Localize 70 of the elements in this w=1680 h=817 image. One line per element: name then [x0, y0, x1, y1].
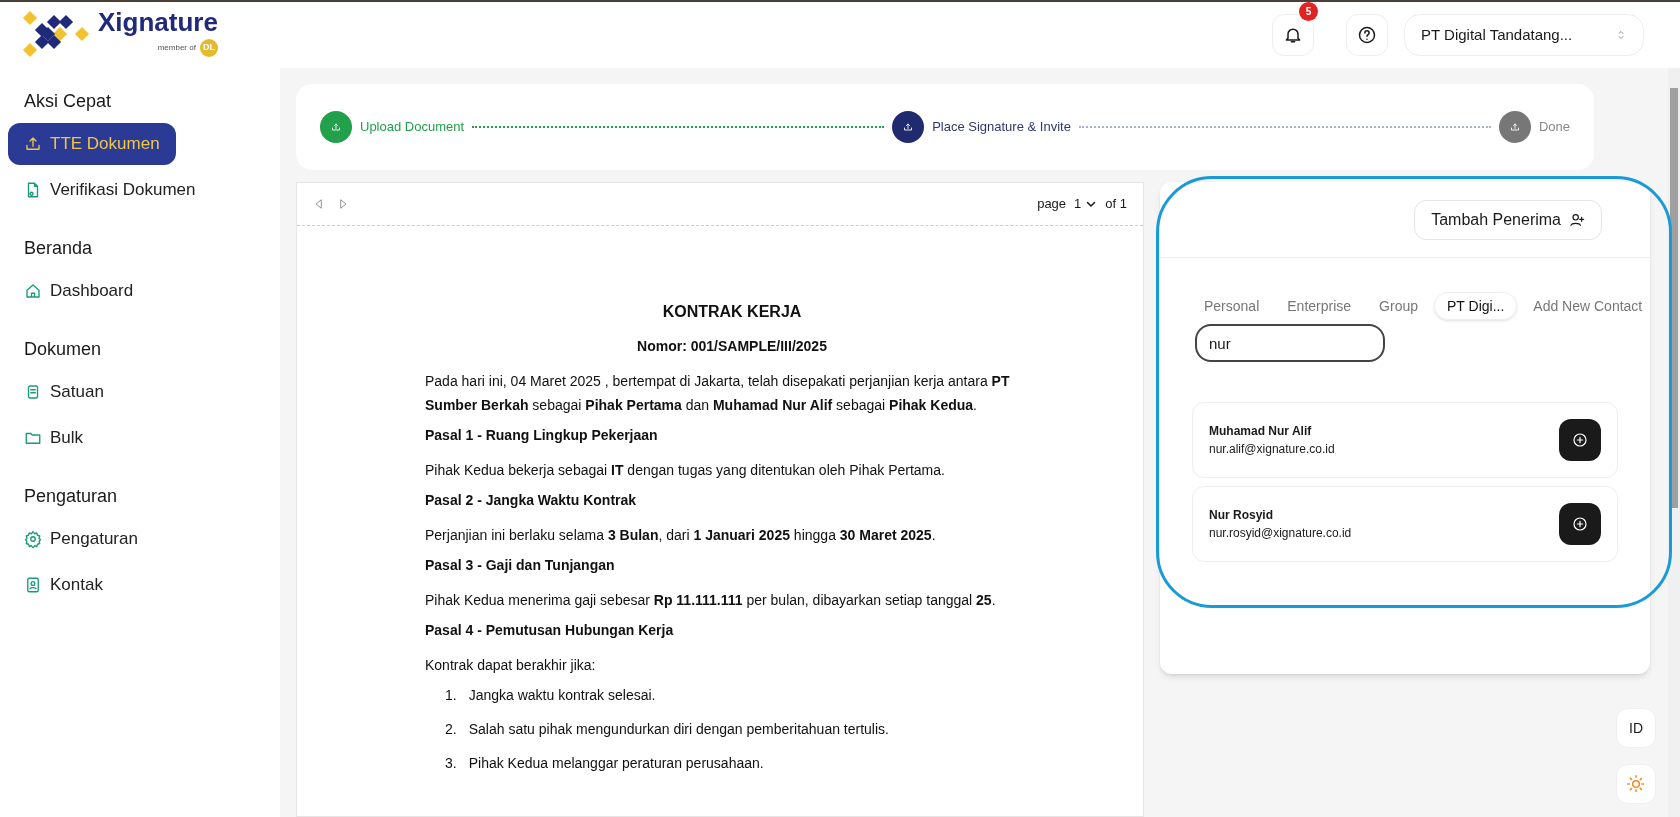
- add-user-icon: [1569, 211, 1585, 228]
- contact-tab[interactable]: Enterprise: [1275, 292, 1364, 320]
- brand-name: Xignature: [98, 9, 218, 35]
- list-item: Jangka waktu kontrak selesai.: [468, 686, 656, 705]
- step-icon: [902, 121, 915, 133]
- sidebar-item[interactable]: Bulk: [8, 417, 100, 459]
- brand-tagline: member of: [157, 42, 196, 54]
- page-label: page: [1037, 195, 1067, 214]
- page-count: of 1: [1105, 195, 1127, 214]
- contact-email: nur.rosyid@xignature.co.id: [1209, 525, 1352, 542]
- sidebar-section-title: Dokumen: [23, 338, 103, 361]
- help-button[interactable]: [1346, 14, 1388, 56]
- document-number: Nomor: 001/SAMPLE/III/2025: [636, 337, 828, 356]
- section-heading: Pasal 2 - Jangka Waktu Kontrak: [425, 491, 638, 510]
- sun-icon: [1626, 774, 1646, 794]
- settings-icon: [24, 530, 42, 548]
- contact-tab[interactable]: Add New Contact: [1521, 292, 1655, 320]
- sidebar-item[interactable]: Verifikasi Dokumen: [8, 169, 212, 211]
- next-page-icon[interactable]: [337, 198, 349, 210]
- contact-tab[interactable]: Personal: [1192, 292, 1272, 320]
- add-recipient-button[interactable]: Tambah Penerima: [1414, 199, 1602, 240]
- step-icon: [330, 121, 342, 133]
- language-button[interactable]: ID: [1616, 708, 1656, 748]
- section-heading: Pasal 4 - Pemutusan Hubungan Kerja: [425, 621, 675, 640]
- step-label: Upload Document: [360, 118, 465, 137]
- paragraph: Perjanjian ini berlaku selama 3 Bulan, dari 1 Januari 2025 hingga 30 Maret 2025.: [425, 526, 937, 545]
- list-item: Salah satu pihak mengundurkan diri dengan pemberitahuan tertulis.: [468, 720, 889, 739]
- logo-icon: [20, 10, 90, 60]
- document-title: KONTRAK KERJA: [661, 302, 803, 322]
- member-badge: DL: [199, 39, 218, 57]
- paragraph: Kontrak dapat berakhir jika:: [425, 656, 597, 675]
- search-field[interactable]: nur: [1195, 324, 1385, 362]
- sidebar-section-title: Beranda: [23, 237, 94, 260]
- sidebar-item[interactable]: Pengaturan: [8, 518, 154, 560]
- list-number: 3.: [445, 754, 457, 773]
- list-number: 2.: [445, 720, 457, 739]
- step-label: Place Signature & Invite: [932, 118, 1071, 137]
- add-contact-button[interactable]: [1559, 419, 1601, 461]
- list-number: 1.: [445, 686, 457, 705]
- organization-select[interactable]: PT Digital Tandatang...: [1404, 14, 1644, 56]
- paragraph: Pihak Kedua bekerja sebagai IT dengan tugas yang ditentukan oleh Pihak Pertama.: [425, 461, 946, 480]
- sidebar-item[interactable]: Dashboard: [8, 270, 150, 312]
- upload-icon: [24, 135, 42, 153]
- chevron-up-down-icon: [1615, 29, 1627, 41]
- sidebar-item[interactable]: Kontak: [8, 564, 119, 606]
- contact-book-icon: [24, 576, 42, 594]
- step-icon: [1508, 121, 1521, 133]
- contact-email: nur.alif@xignature.co.id: [1209, 441, 1335, 458]
- paragraph: Pihak Kedua menerima gaji sebesar Rp 11.111.111 per bulan, dibayarkan setiap tanggal 25.: [425, 591, 997, 610]
- add-contact-button[interactable]: [1559, 503, 1601, 545]
- contact-name: Nur Rosyid: [1209, 507, 1274, 524]
- plus-circle-icon: [1572, 432, 1588, 448]
- paragraph: Pada hari ini, 04 Maret 2025 , bertempat di Jakarta, telah disepakati perjanjian kerja antara PT Sumber Berkah sebagai Pihak Pertama dan Muhamad Nur Alif sebagai Pihak Kedua.: [425, 372, 1011, 415]
- home-icon: [24, 282, 42, 300]
- help-icon: [1357, 25, 1377, 45]
- step-label: Done: [1538, 118, 1570, 137]
- contact-tab[interactable]: Group: [1367, 292, 1430, 320]
- section-heading: Pasal 3 - Gaji dan Tunjangan: [425, 556, 616, 575]
- sidebar-section-title: Pengaturan: [23, 485, 119, 508]
- section-heading: Pasal 1 - Ruang Lingkup Pekerjaan: [425, 426, 659, 445]
- contact-name: Muhamad Nur Alif: [1209, 423, 1313, 440]
- scrollbar-thumb[interactable]: [1670, 88, 1678, 508]
- sidebar-item[interactable]: TTE Dokumen: [8, 123, 176, 165]
- page-select[interactable]: 1: [1074, 194, 1098, 214]
- sidebar-item[interactable]: Satuan: [8, 371, 120, 413]
- list-item: Pihak Kedua melanggar peraturan perusahaan.: [468, 754, 764, 773]
- plus-circle-icon: [1572, 516, 1588, 532]
- previous-page-icon[interactable]: [313, 198, 325, 210]
- sidebar-section-title: Aksi Cepat: [23, 90, 113, 113]
- notification-badge: 5: [1299, 2, 1318, 21]
